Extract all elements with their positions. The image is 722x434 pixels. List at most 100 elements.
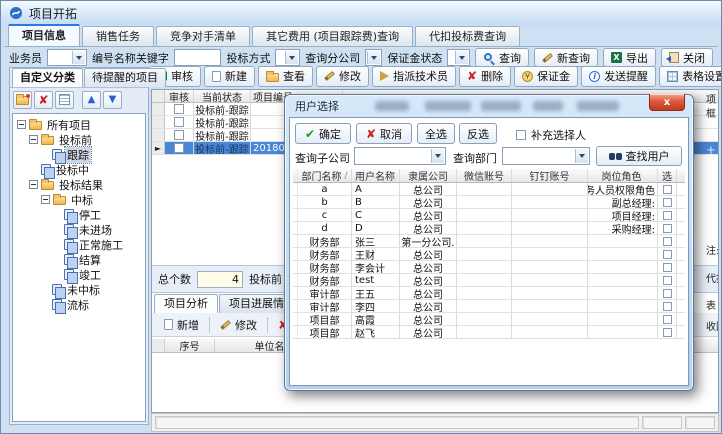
- audit-cell[interactable]: [165, 103, 194, 115]
- collapse-icon[interactable]: [17, 120, 26, 129]
- invert-selection-button[interactable]: 反选: [459, 123, 497, 144]
- column-header-role[interactable]: 岗位角色: [588, 169, 658, 182]
- add-button[interactable]: 新增: [156, 315, 207, 335]
- select-cell[interactable]: [658, 209, 677, 221]
- delete-category-button[interactable]: ✘: [34, 91, 53, 109]
- cancel-button[interactable]: ✘ 取消: [356, 123, 412, 144]
- audit-checkbox[interactable]: [174, 143, 184, 153]
- user-row[interactable]: 项目部 高霞 总公司: [293, 313, 685, 326]
- delete-button[interactable]: ✘ 删除: [459, 66, 511, 87]
- new-button[interactable]: 新建: [204, 66, 255, 87]
- dialog-title-bar[interactable]: 用户选择: [285, 95, 693, 117]
- user-row[interactable]: c C 总公司 项目经理:: [293, 209, 685, 222]
- view-button[interactable]: 查看: [258, 66, 313, 87]
- row-select-checkbox[interactable]: [663, 328, 672, 337]
- column-header-wechat[interactable]: 微信账号: [457, 169, 512, 182]
- move-up-button[interactable]: ▲: [82, 91, 101, 109]
- tab-project-analysis[interactable]: 项目分析: [154, 294, 218, 313]
- tree-node-not-entered[interactable]: 未进场: [13, 222, 145, 237]
- user-row[interactable]: 财务部 test 总公司: [293, 274, 685, 287]
- select-all-button[interactable]: 全选: [417, 123, 455, 144]
- audit-checkbox[interactable]: [174, 130, 184, 140]
- audit-cell[interactable]: [165, 129, 194, 141]
- tab-withheld-bid-fee[interactable]: 代扣投标费查询: [415, 26, 520, 46]
- select-cell[interactable]: [658, 313, 677, 325]
- user-row[interactable]: 审计部 李四 总公司: [293, 300, 685, 313]
- send-reminder-button[interactable]: i 发送提醒: [581, 66, 656, 87]
- tree-node-failed-bid[interactable]: 流标: [13, 297, 145, 312]
- sidebar-tab-reminder-projects[interactable]: 待提醒的项目: [84, 68, 166, 87]
- select-cell[interactable]: [658, 235, 677, 247]
- tree-node-prebid[interactable]: 投标前: [13, 132, 145, 147]
- column-header-no[interactable]: 序号: [165, 339, 215, 352]
- find-user-button[interactable]: 查找用户: [596, 146, 682, 166]
- collapse-icon[interactable]: [29, 180, 38, 189]
- row-select-checkbox[interactable]: [663, 315, 672, 324]
- select-cell[interactable]: [658, 326, 677, 338]
- tree-node-won[interactable]: 中标: [13, 192, 145, 207]
- chevron-down-icon[interactable]: [431, 149, 444, 163]
- dialog-close-button[interactable]: x: [649, 94, 685, 111]
- dept-select[interactable]: [502, 147, 590, 165]
- select-cell[interactable]: [658, 222, 677, 234]
- select-cell[interactable]: [658, 300, 677, 312]
- modify-sub-button[interactable]: 修改: [212, 315, 265, 335]
- column-header-company[interactable]: 隶属公司: [400, 169, 457, 182]
- tab-sales-tasks[interactable]: 销售任务: [82, 26, 154, 46]
- salesman-select[interactable]: [47, 49, 87, 66]
- row-select-checkbox[interactable]: [663, 211, 672, 220]
- tree-node-bidding[interactable]: 投标中: [13, 162, 145, 177]
- column-header-select[interactable]: 选: [658, 169, 677, 182]
- tab-other-fees[interactable]: 其它费用 (项目跟踪费)查询: [252, 26, 413, 46]
- audit-cell[interactable]: [165, 142, 194, 154]
- new-category-button[interactable]: [13, 91, 32, 109]
- row-select-checkbox[interactable]: [663, 250, 672, 259]
- user-row[interactable]: d D 总公司 采购经理:: [293, 222, 685, 235]
- row-select-checkbox[interactable]: [663, 224, 672, 233]
- tree-node-all-projects[interactable]: 所有项目: [13, 117, 145, 132]
- user-row[interactable]: 财务部 张三 第一分公司.: [293, 235, 685, 248]
- user-row[interactable]: b B 总公司 副总经理:: [293, 196, 685, 209]
- assign-technician-button[interactable]: 指派技术员: [372, 66, 456, 87]
- column-header-dept[interactable]: 部门名称∕: [298, 169, 352, 182]
- column-header-user[interactable]: 用户名称: [352, 169, 400, 182]
- sub-company-select[interactable]: [354, 147, 446, 165]
- move-down-button[interactable]: ▼: [103, 91, 122, 109]
- tree-node-normal-construction[interactable]: 正常施工: [13, 237, 145, 252]
- select-cell[interactable]: [658, 287, 677, 299]
- row-select-checkbox[interactable]: [663, 198, 672, 207]
- tree-node-tracking[interactable]: 跟踪: [13, 147, 145, 162]
- chevron-down-icon[interactable]: [575, 149, 588, 163]
- select-cell[interactable]: [658, 274, 677, 286]
- column-header-dingtalk[interactable]: 钉钉账号: [512, 169, 588, 182]
- tab-competitor-list[interactable]: 竞争对手清单: [156, 26, 250, 46]
- modify-button[interactable]: 修改: [316, 66, 369, 87]
- tree-node-completed[interactable]: 竣工: [13, 267, 145, 282]
- select-cell[interactable]: [658, 248, 677, 260]
- row-select-checkbox[interactable]: [663, 263, 672, 272]
- audit-checkbox[interactable]: [174, 104, 184, 114]
- row-select-checkbox[interactable]: [663, 185, 672, 194]
- chevron-down-icon[interactable]: [72, 51, 85, 64]
- edit-category-button[interactable]: [55, 91, 74, 109]
- audit-checkbox[interactable]: [174, 117, 184, 127]
- row-select-checkbox[interactable]: [663, 276, 672, 285]
- deposit-button[interactable]: ¥ 保证金: [514, 66, 578, 87]
- sidebar-tab-custom-category[interactable]: 自定义分类: [12, 68, 83, 87]
- select-cell[interactable]: [658, 261, 677, 273]
- user-row[interactable]: 财务部 王财 总公司: [293, 248, 685, 261]
- tab-project-info[interactable]: 项目信息: [8, 24, 80, 46]
- user-row[interactable]: a A 总公司 财务人员权限角色: [293, 183, 685, 196]
- select-cell[interactable]: [658, 183, 677, 195]
- tree-node-bid-results[interactable]: 投标结果: [13, 177, 145, 192]
- ok-button[interactable]: ✔ 确定: [295, 123, 351, 144]
- collapse-icon[interactable]: [29, 135, 38, 144]
- supplement-checkbox-row[interactable]: 补充选择人: [516, 127, 586, 143]
- audit-cell[interactable]: [165, 116, 194, 128]
- tree-node-settlement[interactable]: 结算: [13, 252, 145, 267]
- chevron-down-icon[interactable]: [367, 51, 380, 64]
- chevron-down-icon[interactable]: [455, 51, 468, 64]
- collapse-icon[interactable]: [41, 195, 50, 204]
- column-header-audit[interactable]: 审核: [165, 90, 194, 102]
- user-row[interactable]: 审计部 王五 总公司: [293, 287, 685, 300]
